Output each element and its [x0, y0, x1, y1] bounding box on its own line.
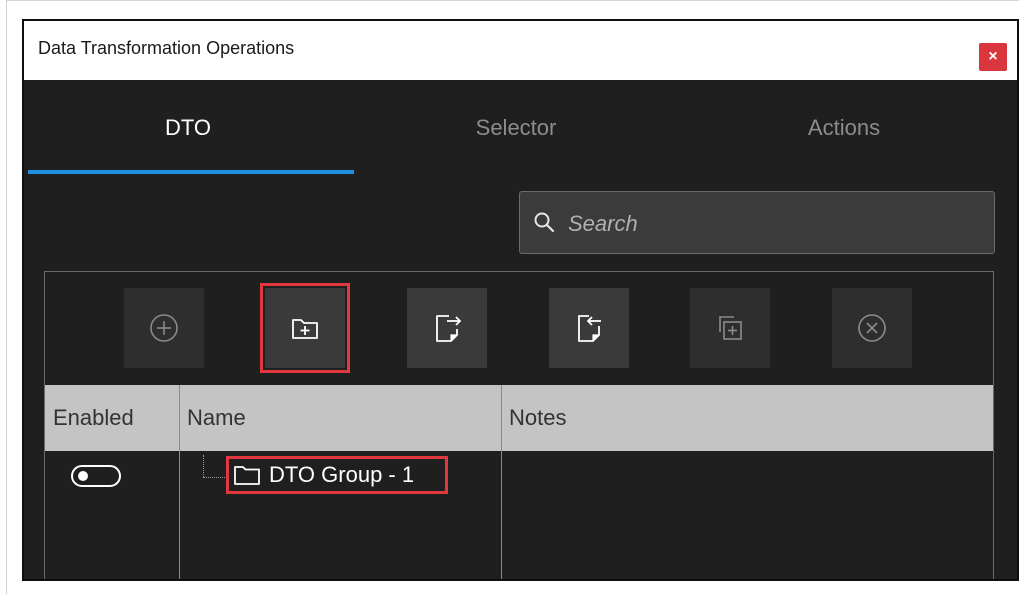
- title-bar: Data Transformation Operations ×: [24, 21, 1017, 80]
- tree-connector: [203, 477, 229, 478]
- grid-header: Enabled Name Notes: [45, 385, 993, 451]
- file-export-icon: [436, 315, 462, 342]
- column-header-enabled[interactable]: Enabled: [45, 385, 179, 451]
- tree-node-dto-group[interactable]: DTO Group - 1: [233, 459, 414, 491]
- tree-node-label: DTO Group - 1: [269, 462, 415, 487]
- window-title: Data Transformation Operations: [38, 38, 295, 58]
- folder-plus-icon: [292, 319, 318, 339]
- dto-panel: Enabled Name Notes DTO Group - 1: [44, 271, 994, 579]
- delete-button[interactable]: [832, 288, 912, 368]
- toolbar: [45, 272, 993, 385]
- column-header-name[interactable]: Name: [179, 385, 501, 451]
- export-button[interactable]: [407, 288, 487, 368]
- tab-actions[interactable]: Actions: [680, 80, 1008, 175]
- duplicate-button[interactable]: [690, 288, 770, 368]
- tree-connector: [203, 455, 204, 477]
- add-group-button[interactable]: [265, 288, 345, 368]
- tab-selector[interactable]: Selector: [352, 80, 680, 175]
- duplicate-icon: [719, 316, 742, 340]
- close-button[interactable]: ×: [979, 43, 1007, 71]
- table-row[interactable]: DTO Group - 1: [45, 451, 993, 579]
- search-input[interactable]: Search: [519, 191, 995, 254]
- search-icon: [534, 212, 555, 233]
- toggle-knob: [78, 471, 88, 481]
- add-dto-button[interactable]: [124, 288, 204, 368]
- x-circle-icon: [858, 314, 886, 342]
- column-header-notes[interactable]: Notes: [501, 385, 995, 451]
- file-import-icon: [578, 315, 601, 342]
- active-tab-indicator: [28, 170, 354, 174]
- tab-dto[interactable]: DTO: [24, 80, 352, 175]
- dto-grid: Enabled Name Notes DTO Group - 1: [45, 385, 993, 579]
- enabled-toggle[interactable]: [71, 465, 121, 487]
- tab-bar: DTO Selector Actions: [24, 80, 1017, 175]
- plus-circle-icon: [150, 314, 178, 342]
- import-button[interactable]: [549, 288, 629, 368]
- search-placeholder: Search: [568, 211, 638, 236]
- dto-dialog: Data Transformation Operations × DTO Sel…: [22, 19, 1019, 581]
- folder-icon: [234, 466, 260, 485]
